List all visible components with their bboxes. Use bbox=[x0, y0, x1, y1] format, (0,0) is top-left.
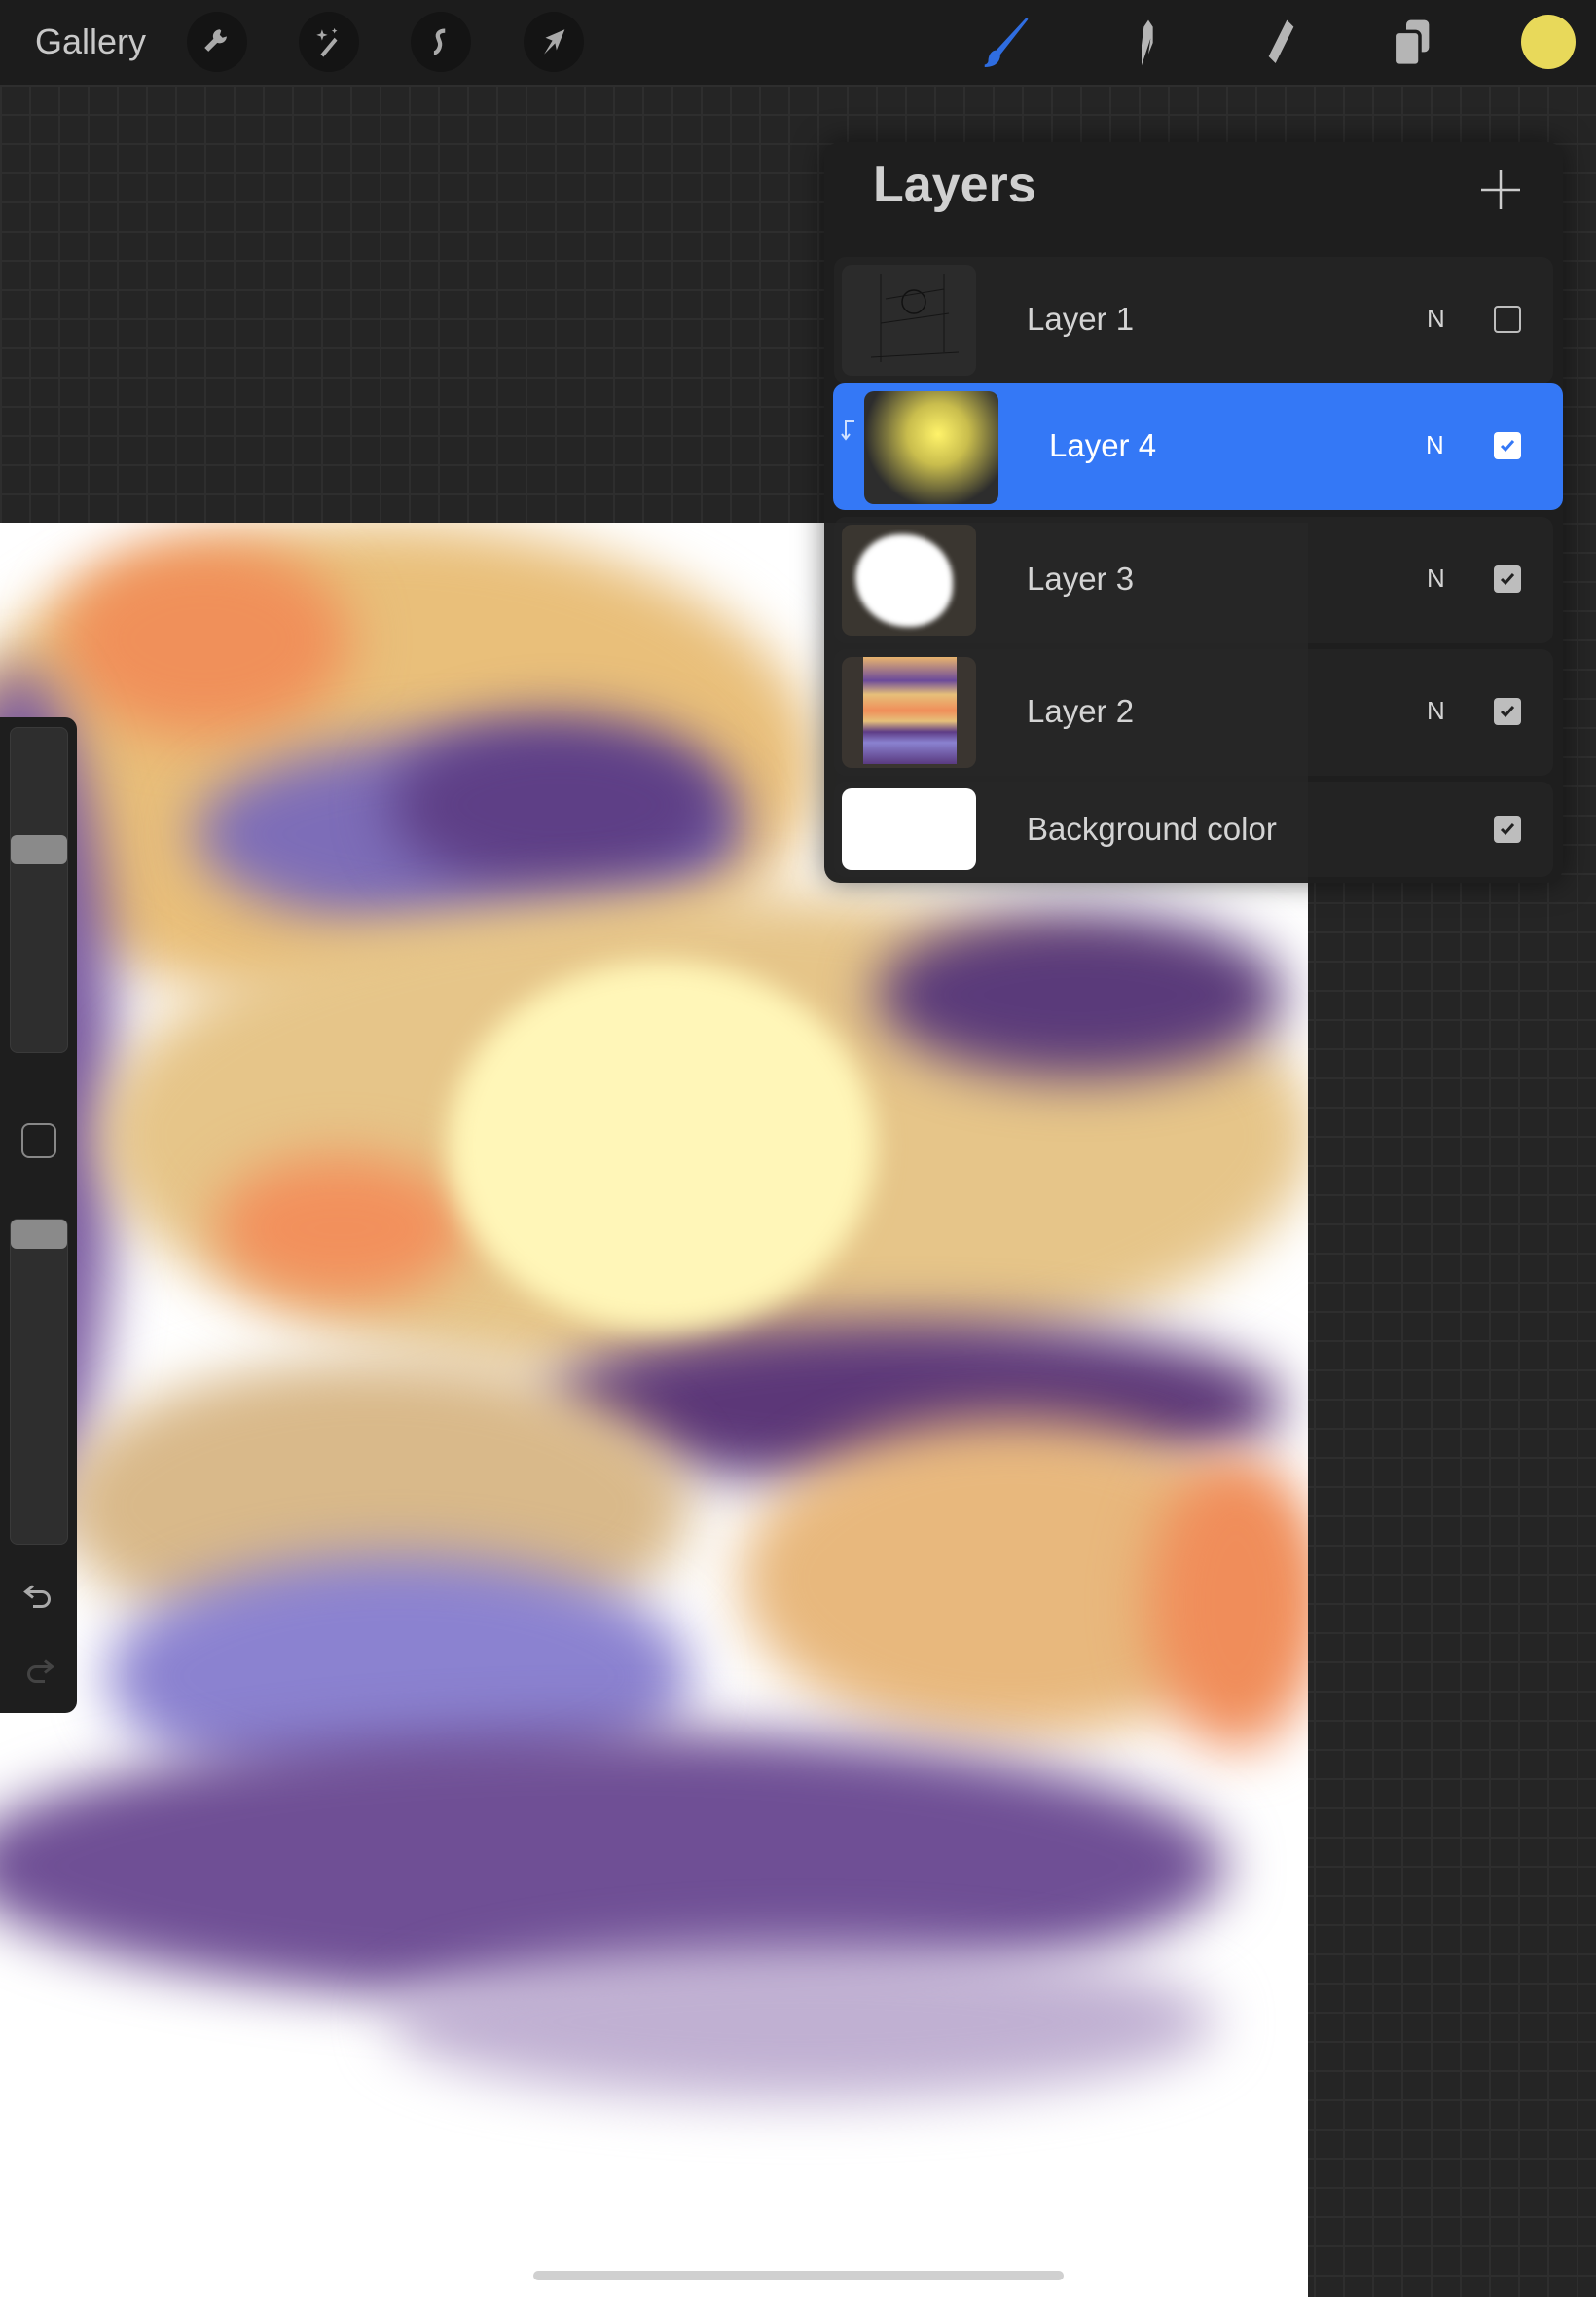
layer-name: Layer 3 bbox=[1027, 561, 1135, 597]
visibility-checkbox[interactable] bbox=[1494, 432, 1521, 459]
gallery-button[interactable]: Gallery bbox=[35, 21, 146, 62]
wrench-icon[interactable] bbox=[187, 12, 247, 72]
layers-panel: Layers Layer 1 N Layer 4 N Layer 3 N Lay… bbox=[824, 142, 1563, 883]
selection-icon[interactable] bbox=[411, 12, 471, 72]
brush-icon[interactable] bbox=[976, 14, 1034, 72]
opacity-thumb[interactable] bbox=[11, 1220, 67, 1249]
visibility-checkbox[interactable] bbox=[1494, 816, 1521, 843]
layer-row-layer-2[interactable]: Layer 2 N bbox=[834, 649, 1553, 776]
eraser-icon[interactable] bbox=[1249, 14, 1307, 72]
layer-name: Layer 1 bbox=[1027, 301, 1135, 337]
layer-thumbnail bbox=[842, 657, 976, 768]
magic-wand-icon[interactable] bbox=[299, 12, 359, 72]
layer-thumbnail bbox=[864, 391, 998, 504]
layer-thumbnail bbox=[842, 265, 976, 376]
layer-row-layer-3[interactable]: Layer 3 N bbox=[834, 517, 1553, 643]
home-indicator[interactable] bbox=[533, 2271, 1064, 2280]
visibility-checkbox[interactable] bbox=[1494, 698, 1521, 725]
add-layer-button[interactable] bbox=[1476, 165, 1525, 214]
top-toolbar: Gallery bbox=[0, 0, 1596, 85]
blend-mode-button[interactable]: N bbox=[1427, 696, 1445, 726]
layer-row-background-color[interactable]: Background color bbox=[834, 782, 1553, 877]
brush-size-thumb[interactable] bbox=[11, 835, 67, 864]
visibility-checkbox[interactable] bbox=[1494, 565, 1521, 593]
layers-panel-title: Layers bbox=[873, 157, 1036, 213]
layers-icon[interactable] bbox=[1384, 14, 1442, 72]
blend-mode-button[interactable]: N bbox=[1427, 564, 1445, 594]
redo-icon[interactable] bbox=[21, 1654, 56, 1694]
left-sidebar bbox=[0, 717, 77, 1713]
brush-size-slider[interactable] bbox=[10, 727, 68, 1053]
layer-thumbnail bbox=[842, 525, 976, 636]
layer-thumbnail bbox=[842, 788, 976, 870]
color-picker-swatch[interactable] bbox=[1521, 15, 1576, 69]
clipping-mask-icon bbox=[841, 419, 856, 447]
layer-name: Layer 4 bbox=[1049, 427, 1157, 463]
transform-arrow-icon[interactable] bbox=[524, 12, 584, 72]
layer-row-layer-1[interactable]: Layer 1 N bbox=[834, 257, 1553, 383]
layer-name: Layer 2 bbox=[1027, 693, 1135, 729]
visibility-checkbox[interactable] bbox=[1494, 306, 1521, 333]
layer-row-layer-4[interactable]: Layer 4 N bbox=[833, 383, 1563, 510]
blend-mode-button[interactable]: N bbox=[1426, 430, 1444, 460]
blend-mode-button[interactable]: N bbox=[1427, 304, 1445, 334]
smudge-icon[interactable] bbox=[1112, 14, 1171, 72]
opacity-slider[interactable] bbox=[10, 1219, 68, 1545]
modify-button[interactable] bbox=[21, 1123, 56, 1158]
layer-name: Background color bbox=[1027, 811, 1277, 847]
moon-glow bbox=[448, 961, 876, 1331]
undo-icon[interactable] bbox=[21, 1579, 56, 1619]
